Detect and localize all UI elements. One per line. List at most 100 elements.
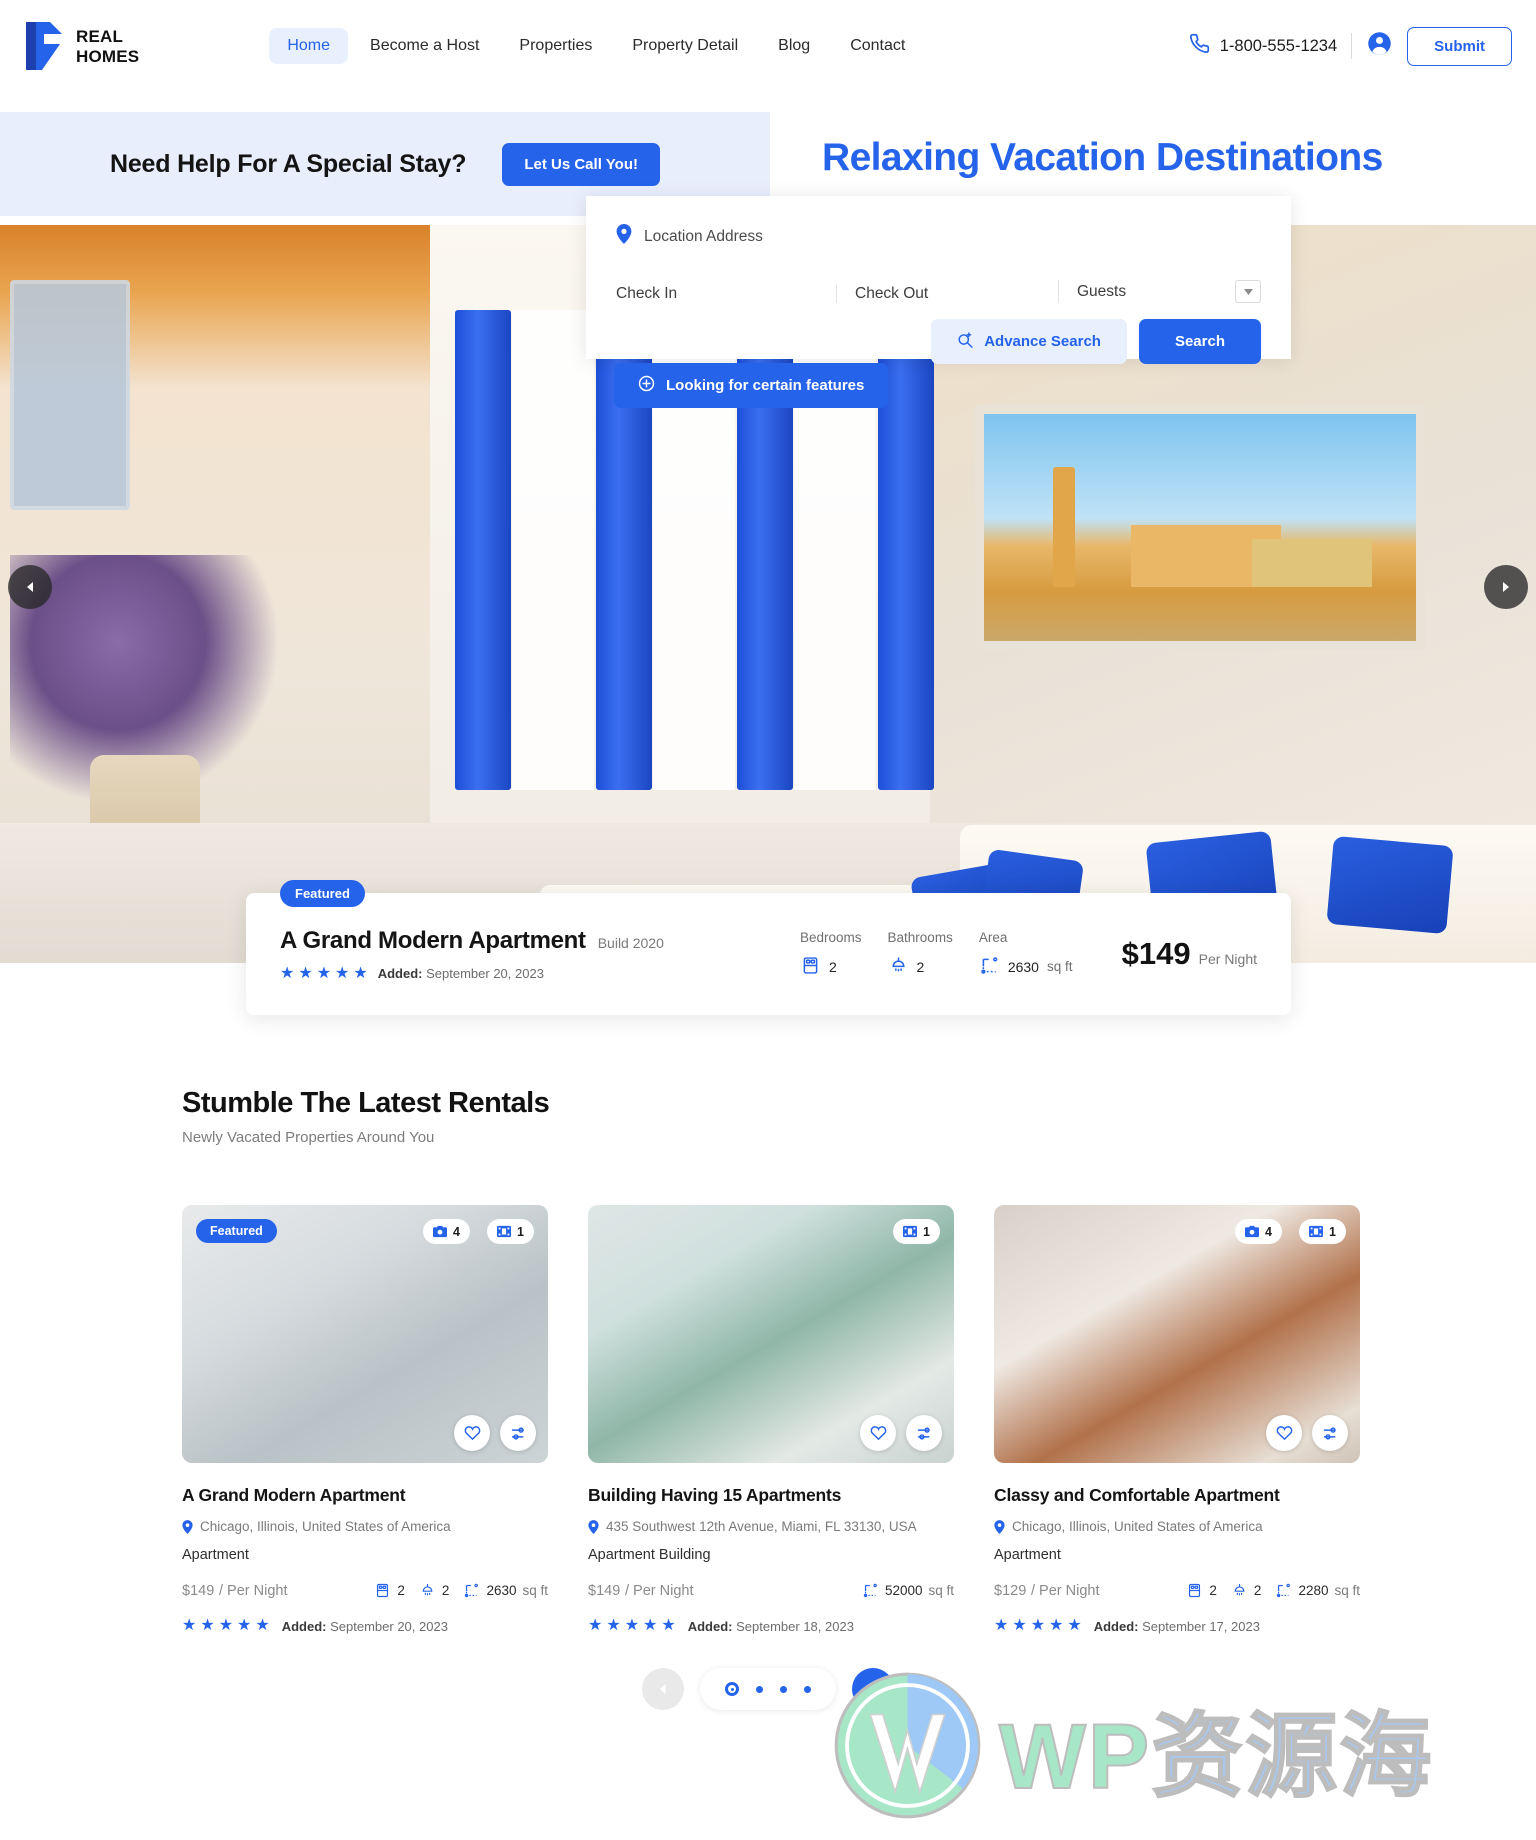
compare-button[interactable] (500, 1415, 536, 1451)
favorite-button[interactable] (860, 1415, 896, 1451)
star-icon: ★ (200, 1617, 215, 1634)
phone-link[interactable]: 1-800-555-1234 (1189, 33, 1337, 59)
chevron-down-icon[interactable] (1235, 280, 1261, 303)
carousel-next-button[interactable] (852, 1668, 894, 1710)
card-price-value: $149 (182, 1583, 215, 1599)
logo-line-2: HOMES (76, 46, 140, 66)
star-rating: ★ ★ ★ ★ ★ (280, 964, 368, 982)
user-circle-icon[interactable] (1366, 30, 1393, 62)
card-action-buttons (1266, 1415, 1348, 1451)
nav-item-become-a-host[interactable]: Become a Host (352, 28, 497, 64)
added-date: September 17, 2023 (1142, 1618, 1260, 1634)
looking-for-features-label: Looking for certain features (666, 377, 865, 394)
nav-item-blog[interactable]: Blog (760, 28, 828, 64)
card-title[interactable]: A Grand Modern Apartment (182, 1485, 548, 1506)
bed-icon (1189, 1583, 1201, 1597)
carousel-dot-3[interactable] (780, 1685, 787, 1693)
card-footer: ★ ★ ★ ★ ★ Added: September 20, 2023 (182, 1618, 548, 1634)
nav-item-property-detail[interactable]: Property Detail (614, 28, 756, 64)
hero-prev-button[interactable] (8, 565, 52, 609)
guests-select[interactable]: Guests (1058, 280, 1261, 303)
card-title[interactable]: Building Having 15 Apartments (588, 1485, 954, 1506)
star-icon: ★ (994, 1617, 1009, 1634)
featured-title[interactable]: A Grand Modern Apartment (280, 927, 586, 955)
card-video-badge: 1 (487, 1219, 534, 1244)
advance-search-button[interactable]: Advance Search (931, 319, 1127, 364)
search-button[interactable]: Search (1138, 319, 1261, 364)
map-pin-icon (588, 1519, 599, 1534)
nav-item-properties[interactable]: Properties (501, 28, 610, 64)
compare-button[interactable] (1312, 1415, 1348, 1451)
star-rating: ★ ★ ★ ★ ★ (994, 1618, 1082, 1634)
card-bathrooms-count: 2 (441, 1582, 450, 1598)
spec-value-bathrooms: 2 (888, 955, 953, 979)
card-photo-badge: 4 (423, 1219, 470, 1244)
nav-item-contact[interactable]: Contact (832, 28, 923, 64)
star-rating: ★ ★ ★ ★ ★ (182, 1618, 270, 1634)
checkin-input[interactable]: Check In (616, 285, 836, 303)
rentals-subtitle: Newly Vacated Properties Around You (182, 1129, 435, 1146)
card-footer: ★ ★ ★ ★ ★ Added: September 18, 2023 (588, 1618, 954, 1634)
card-meta-row: $149 / Per Night 52000 sq ft (588, 1580, 954, 1600)
card-image[interactable]: 4 1 (994, 1205, 1360, 1463)
star-icon: ★ (588, 1617, 603, 1634)
compare-button[interactable] (906, 1415, 942, 1451)
area-value: 2630 (1007, 958, 1039, 975)
hero-next-button[interactable] (1484, 565, 1528, 609)
carousel-dot-1[interactable] (725, 1682, 739, 1696)
list-item[interactable]: 4 1 Classy and Comfortable Apartment Chi… (994, 1205, 1360, 1634)
list-item[interactable]: 1 Building Having 15 Apartments 435 Sout… (588, 1205, 954, 1634)
let-us-call-you-button[interactable]: Let Us Call You! (502, 142, 660, 186)
phone-number: 1-800-555-1234 (1219, 36, 1338, 55)
site-header: REAL HOMES Home Become a Host Properties… (0, 0, 1536, 92)
favorite-button[interactable] (454, 1415, 490, 1451)
star-rating: ★ ★ ★ ★ ★ (588, 1618, 676, 1634)
area-unit: sq ft (1046, 959, 1073, 974)
card-footer: ★ ★ ★ ★ ★ Added: September 17, 2023 (994, 1618, 1360, 1634)
star-icon: ★ (316, 964, 332, 982)
camera-icon (433, 1225, 448, 1238)
spec-value-area: 2630 sq ft (979, 955, 1073, 979)
checkout-input[interactable]: Check Out (836, 285, 1058, 303)
carousel-prev-button[interactable] (642, 1668, 684, 1710)
nav-item-home[interactable]: Home (269, 28, 349, 64)
card-area-value: 52000 (884, 1582, 923, 1598)
video-icon (903, 1225, 918, 1238)
logo-wordmark: REAL HOMES (76, 28, 139, 65)
featured-property-card[interactable]: Featured A Grand Modern Apartment Build … (246, 880, 1291, 1015)
phone-icon (1189, 33, 1210, 59)
star-icon: ★ (218, 1617, 234, 1634)
card-image[interactable]: Featured 4 1 (182, 1205, 548, 1463)
card-title[interactable]: Classy and Comfortable Apartment (994, 1485, 1360, 1506)
map-pin-icon (182, 1519, 193, 1534)
card-spec-bedrooms: 2 (1186, 1582, 1217, 1599)
shower-icon (1234, 1583, 1245, 1596)
carousel-dot-4[interactable] (804, 1685, 811, 1693)
card-photo-badge: 4 (1235, 1219, 1282, 1244)
star-icon: ★ (624, 1617, 640, 1634)
card-location: Chicago, Illinois, United States of Amer… (182, 1519, 548, 1534)
card-location: Chicago, Illinois, United States of Amer… (994, 1519, 1360, 1534)
spec-head-area: Area (978, 929, 1008, 945)
card-price: $149 / Per Night (588, 1580, 694, 1600)
favorite-button[interactable] (1266, 1415, 1302, 1451)
location-input[interactable]: Location Address (644, 228, 763, 246)
site-logo[interactable]: REAL HOMES (22, 20, 139, 72)
card-image[interactable]: 1 (588, 1205, 954, 1463)
card-added: Added: September 20, 2023 (282, 1619, 448, 1634)
looking-for-features-button[interactable]: Looking for certain features (614, 363, 889, 408)
list-item[interactable]: Featured 4 1 A Grand Modern Apartment Ch… (182, 1205, 548, 1634)
added-date: September 18, 2023 (736, 1618, 854, 1634)
carousel-dot-2[interactable] (756, 1685, 763, 1693)
location-field[interactable]: Location Address (616, 224, 1261, 249)
guests-label: Guests (1077, 282, 1127, 300)
card-meta-row: $149 / Per Night 2 2 2630 sq ft (182, 1580, 548, 1600)
hero-wall-painting (975, 405, 1425, 650)
card-spec-area: 2280 sq ft (1275, 1582, 1360, 1599)
submit-button[interactable]: Submit (1407, 26, 1512, 66)
added-label: Added: (1093, 1618, 1139, 1634)
featured-rating-row: ★ ★ ★ ★ ★ Added: September 20, 2023 (280, 964, 770, 982)
card-price-value: $149 (588, 1583, 621, 1599)
rentals-section-header: Stumble The Latest Rentals Newly Vacated… (182, 1087, 550, 1146)
star-icon: ★ (606, 1617, 621, 1634)
